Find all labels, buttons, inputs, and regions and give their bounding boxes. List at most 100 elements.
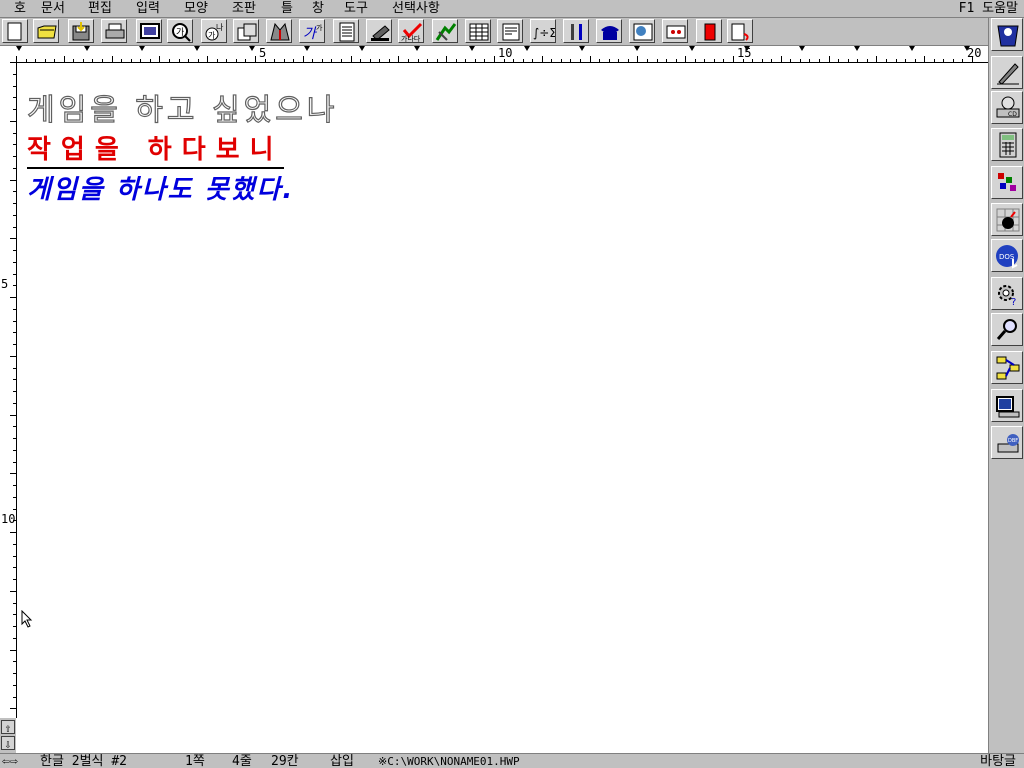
page-button[interactable] [333, 19, 359, 43]
copy-format-button[interactable] [233, 19, 259, 43]
vruler-tick [13, 449, 16, 451]
style-button[interactable]: 가가 [299, 19, 325, 43]
ruler-tick [885, 59, 887, 62]
vruler-tick [13, 250, 16, 251]
tab-stop-marker[interactable] [139, 46, 145, 51]
scroll-up-arrow-icon[interactable]: ⇧ [1, 720, 15, 735]
draw-button[interactable] [432, 19, 458, 43]
dictionary-button[interactable] [629, 19, 655, 43]
tab-stop-marker[interactable] [249, 46, 255, 51]
find-button[interactable]: 가 [167, 19, 193, 43]
vruler-tick [13, 367, 16, 369]
vruler-tick [10, 62, 16, 63]
menu-options[interactable]: 선택사항 [392, 0, 440, 17]
ruler-tick [35, 59, 37, 62]
tab-stop-marker[interactable] [359, 46, 365, 51]
menu-format[interactable]: 모양 [184, 0, 208, 17]
ruler-tick [216, 59, 218, 62]
tab-stop-marker[interactable] [194, 46, 200, 51]
phone-button[interactable] [596, 19, 622, 43]
document-area[interactable]: 게임을 하고 싶었으나 작업을 하다보니 게임을 하나도 못했다. [17, 63, 987, 753]
ruler-tick [513, 59, 515, 62]
vruler-tick [13, 332, 16, 334]
menu-window[interactable]: 창 [312, 0, 324, 17]
pen-button[interactable] [991, 56, 1023, 89]
preview-icon [140, 23, 160, 39]
attach-button[interactable] [727, 19, 753, 43]
open-button[interactable] [33, 19, 59, 43]
ruler-tick [111, 56, 113, 62]
menu-document[interactable]: 문서 [41, 0, 65, 17]
new-document-button[interactable] [2, 19, 28, 43]
svg-text:가: 가 [176, 27, 184, 38]
scroll-down-arrow-icon[interactable]: ⇩ [1, 736, 15, 751]
dos-button[interactable]: DOS [991, 239, 1023, 272]
vruler-tick [13, 579, 16, 580]
tab-stop-marker[interactable] [799, 46, 805, 51]
spell-check-button[interactable]: 가나다 [398, 19, 424, 43]
list-button[interactable] [497, 19, 523, 43]
tab-stop-marker[interactable] [909, 46, 915, 51]
mouse-cursor-icon [21, 610, 33, 628]
puzzle-button[interactable] [991, 166, 1023, 199]
tab-stop-marker[interactable] [744, 46, 750, 51]
ruler-tick [197, 59, 199, 62]
tab-stop-marker[interactable] [689, 46, 695, 51]
search-tool-button[interactable] [991, 313, 1023, 346]
tools-button[interactable] [563, 19, 589, 43]
tab-stop-marker[interactable] [84, 46, 90, 51]
flowchart-button[interactable] [991, 351, 1023, 384]
menu-layout[interactable]: 조판 [232, 0, 256, 17]
formula-button[interactable]: ∫÷Σ [530, 19, 556, 43]
print-button[interactable] [101, 19, 127, 43]
horizontal-ruler[interactable]: 5 10 15 20 [16, 46, 988, 63]
ruler-tick [551, 59, 553, 62]
settings-help-button[interactable]: ? [991, 277, 1023, 310]
menu-hangul[interactable]: 호 [14, 0, 26, 17]
tab-stop-marker[interactable] [16, 46, 22, 51]
ruler-tick [417, 59, 419, 62]
bomb-game-icon [996, 208, 1020, 232]
tab-stop-marker[interactable] [469, 46, 475, 51]
vruler-tick [13, 261, 16, 263]
bookmark-icon [704, 23, 716, 41]
tab-stop-marker[interactable] [854, 46, 860, 51]
ruler-tick [952, 59, 954, 62]
vruler-label-10: 10 [1, 512, 16, 526]
paint-button[interactable] [266, 19, 292, 43]
computer-button[interactable] [991, 389, 1023, 422]
tab-stop-marker[interactable] [634, 46, 640, 51]
tab-stop-marker[interactable] [304, 46, 310, 51]
menu-frame[interactable]: 틀 [281, 0, 293, 17]
preview-button[interactable] [136, 19, 162, 43]
ruler-tick [914, 59, 916, 62]
tab-stop-marker[interactable] [414, 46, 420, 51]
menu-edit[interactable]: 편집 [88, 0, 112, 17]
book-button[interactable] [662, 19, 688, 43]
ruler-tick [972, 56, 973, 62]
menu-input[interactable]: 입력 [136, 0, 160, 17]
scroll-left-right-icon[interactable]: ⇦⇨ [2, 754, 18, 768]
menu-tools[interactable]: 도구 [344, 0, 368, 17]
status-page: 1쪽 [185, 754, 205, 768]
stamp-icon [371, 25, 390, 41]
tab-stop-marker[interactable] [964, 46, 970, 51]
database-button[interactable]: DBF [991, 426, 1023, 459]
tools-icon [571, 24, 582, 40]
app-logo-button[interactable] [991, 18, 1023, 51]
ruler-tick [312, 59, 314, 62]
calculator-button[interactable] [991, 128, 1023, 161]
cd-button[interactable]: CD [991, 91, 1023, 124]
tab-stop-marker[interactable] [579, 46, 585, 51]
table-button[interactable] [465, 19, 491, 43]
save-button[interactable] [68, 19, 94, 43]
tab-stop-marker[interactable] [524, 46, 530, 51]
phone-icon [601, 26, 619, 40]
stamp-button[interactable] [366, 19, 392, 43]
ruler-tick [369, 59, 371, 62]
bookmark-button[interactable] [696, 19, 722, 43]
help-menu[interactable]: F1 도움말 [959, 0, 1018, 17]
bomb-game-button[interactable] [991, 203, 1023, 236]
ruler-tick [474, 59, 476, 62]
replace-button[interactable]: 가나 [201, 19, 227, 43]
